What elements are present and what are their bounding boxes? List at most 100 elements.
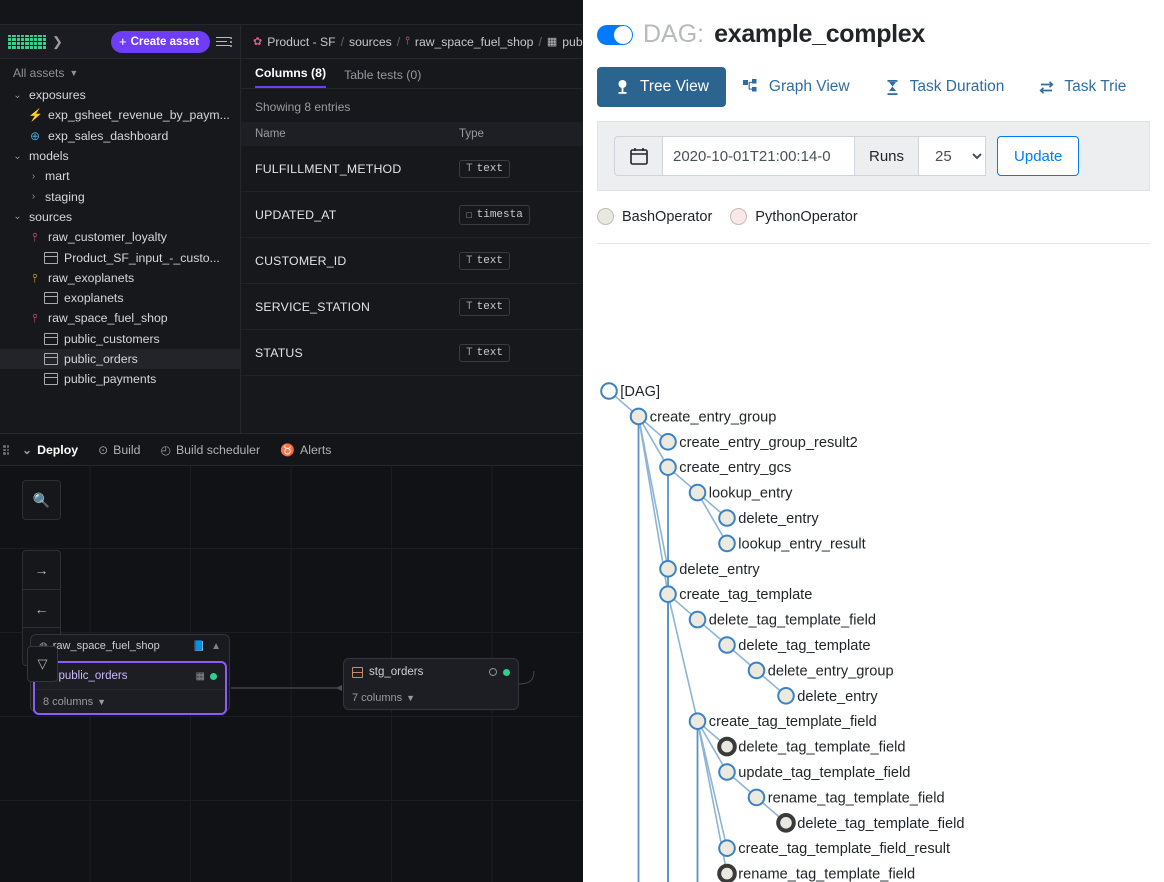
source-group-actions[interactable]: 📘 ▲ [193, 641, 221, 652]
dag-node-circle[interactable] [659, 585, 677, 603]
dag-task-node[interactable]: create_entry_gcs [659, 458, 791, 476]
chevron-down-icon[interactable]: ⌄ [12, 151, 23, 162]
dag-node-circle[interactable] [688, 483, 707, 502]
dag-task-node[interactable]: delete_entry [659, 560, 760, 578]
tab-task-trie[interactable]: Task Trie [1021, 67, 1143, 107]
breadcrumb-item[interactable]: public_or [562, 35, 583, 49]
sidebar-item-raw-space-fuel-shop[interactable]: ⫯ raw_space_fuel_shop [0, 308, 240, 328]
table-row[interactable]: STATUS Ttext [241, 330, 583, 376]
drag-handle-icon[interactable] [3, 445, 9, 455]
sidebar-item-exoplanets[interactable]: exoplanets [0, 288, 240, 308]
lineage-tool-build-scheduler[interactable]: ◴ Build scheduler [160, 443, 260, 457]
num-runs-select[interactable]: 52550100365 [919, 136, 987, 176]
sidebar-item-exposures[interactable]: ⌄ exposures [0, 85, 240, 105]
tab-graph-view[interactable]: Graph View [726, 67, 867, 107]
dag-task-node[interactable]: [DAG] [600, 382, 660, 400]
table-row[interactable]: UPDATED_AT ☐ timesta [241, 192, 583, 238]
dag-node-circle[interactable] [629, 407, 648, 426]
sidebar-item-sources[interactable]: ⌄ sources [0, 207, 240, 227]
sidebar-item-exp-gsheet-revenue-by-paym-[interactable]: ⚡ exp_gsheet_revenue_by_paym... [0, 105, 240, 125]
dag-node-circle[interactable] [659, 458, 677, 476]
dag-node-circle[interactable] [659, 433, 677, 451]
sidebar-item-models[interactable]: ⌄ models [0, 146, 240, 166]
sidebar-item-public-customers[interactable]: public_customers [0, 329, 240, 349]
dag-node-circle[interactable] [717, 736, 737, 757]
chevron-down-icon[interactable]: ⌄ [12, 90, 23, 101]
sidebar-item-exp-sales-dashboard[interactable]: ⊕ exp_sales_dashboard [0, 126, 240, 146]
all-assets-filter[interactable]: All assets ▼ [0, 63, 240, 85]
dag-node-circle[interactable] [717, 863, 737, 882]
lineage-node2-columns-toggle[interactable]: 7 columns ▼ [344, 685, 518, 709]
dag-node-circle[interactable] [747, 661, 766, 680]
sidebar-item-public-orders[interactable]: public_orders [0, 348, 240, 370]
dag-pause-toggle[interactable] [597, 24, 633, 45]
dag-task-node[interactable]: rename_tag_template_field [747, 788, 945, 807]
dag-node-circle[interactable] [600, 382, 618, 400]
dag-node-circle[interactable] [718, 509, 736, 527]
dag-task-node[interactable]: update_tag_template_field [718, 763, 910, 781]
tab-tree-view[interactable]: Tree View [597, 67, 726, 107]
dag-node-circle[interactable] [747, 788, 766, 807]
create-asset-button[interactable]: + Create asset [111, 30, 210, 53]
dag-task-node[interactable]: create_tag_template_field [688, 712, 877, 731]
sidebar-item-mart[interactable]: › mart [0, 166, 240, 186]
chevron-right-icon[interactable]: › [28, 191, 39, 202]
dag-task-node[interactable]: lookup_entry_result [718, 534, 866, 553]
update-button[interactable]: Update [997, 136, 1080, 176]
sidebar-item-public-payments[interactable]: public_payments [0, 369, 240, 389]
filter-icon[interactable]: ▽ [27, 646, 58, 682]
arrow-left-icon[interactable]: ← [23, 589, 60, 627]
table-row[interactable]: SERVICE_STATION Ttext [241, 284, 583, 330]
dag-task-node[interactable]: rename_tag_template_field [717, 863, 915, 882]
sidebar-item-raw-customer-loyalty[interactable]: ⫯ raw_customer_loyalty [0, 227, 240, 247]
dag-node-circle[interactable] [688, 610, 707, 629]
tab-task-duration[interactable]: Task Duration [867, 67, 1022, 107]
dag-node-circle[interactable] [659, 560, 677, 578]
lineage-graph-canvas[interactable]: 🔍 → ← ⇄ ◍ raw_space_fuel_shop 📘 [0, 466, 583, 882]
dag-task-node[interactable]: delete_tag_template [718, 636, 871, 654]
tab-columns-8-[interactable]: Columns (8) [255, 66, 327, 88]
dag-node-circle[interactable] [718, 636, 736, 654]
lineage-tool-deploy[interactable]: ⌄ Deploy [22, 443, 78, 457]
base-date-input[interactable] [662, 136, 855, 176]
dag-task-node[interactable]: create_entry_group [629, 407, 777, 426]
book-icon[interactable]: 📘 [193, 641, 205, 652]
chevron-right-icon[interactable]: › [28, 171, 39, 182]
tab-table-tests-0-[interactable]: Table tests (0) [344, 68, 421, 88]
lineage-node-columns-toggle[interactable]: 8 columns ▼ [35, 689, 225, 713]
search-icon[interactable]: 🔍 [23, 481, 60, 519]
dag-task-node[interactable]: delete_entry [777, 687, 878, 705]
lineage-node-stg-orders[interactable]: stg_orders 7 columns ▼ [343, 658, 519, 710]
breadcrumb-item[interactable]: sources [349, 35, 392, 49]
dag-task-node[interactable]: delete_tag_template_field [776, 813, 964, 833]
dag-task-node[interactable]: delete_entry [718, 509, 819, 527]
table-row[interactable]: FULFILLMENT_METHOD Ttext [241, 146, 583, 192]
dag-node-circle[interactable] [777, 687, 795, 705]
dag-task-node[interactable]: create_tag_template_field_result [718, 839, 950, 858]
chevron-up-icon[interactable]: ▲ [211, 641, 221, 652]
lineage-node-public-orders[interactable]: ▦ public_orders ▦ 8 columns ▼ [33, 661, 227, 715]
dag-task-node[interactable]: create_entry_group_result2 [659, 433, 858, 451]
lineage-tool-alerts[interactable]: ♉ Alerts [280, 443, 331, 457]
table-row[interactable]: CUSTOMER_ID Ttext [241, 238, 583, 284]
breadcrumb-item[interactable]: raw_space_fuel_shop [415, 35, 534, 49]
chevron-down-icon[interactable]: ⌄ [12, 211, 23, 222]
chevron-right-icon[interactable]: ❯ [52, 35, 63, 48]
dag-task-node[interactable]: delete_tag_template_field [717, 736, 905, 757]
dag-node-circle[interactable] [718, 839, 736, 858]
sidebar-item-raw-exoplanets[interactable]: ⫯ raw_exoplanets [0, 268, 240, 288]
dag-tree-view[interactable]: [DAG] create_entry_group create_entry_grou… [583, 352, 1164, 882]
dag-task-node[interactable]: delete_tag_template_field [688, 610, 876, 629]
dag-node-circle[interactable] [776, 813, 796, 833]
dag-node-circle[interactable] [718, 763, 736, 781]
breadcrumb-item[interactable]: Product - SF [267, 35, 335, 49]
calendar-icon[interactable] [614, 136, 662, 176]
dag-task-node[interactable]: create_tag_template [659, 585, 812, 603]
arrow-right-icon[interactable]: → [23, 551, 60, 589]
dag-node-circle[interactable] [718, 534, 736, 553]
dag-node-circle[interactable] [688, 712, 707, 731]
sidebar-item-staging[interactable]: › staging [0, 186, 240, 206]
sidebar-item-product-sf-input-custo-[interactable]: Product_SF_input_-_custo... [0, 247, 240, 267]
dag-task-node[interactable]: delete_entry_group [747, 661, 894, 680]
list-options-icon[interactable] [216, 35, 232, 49]
